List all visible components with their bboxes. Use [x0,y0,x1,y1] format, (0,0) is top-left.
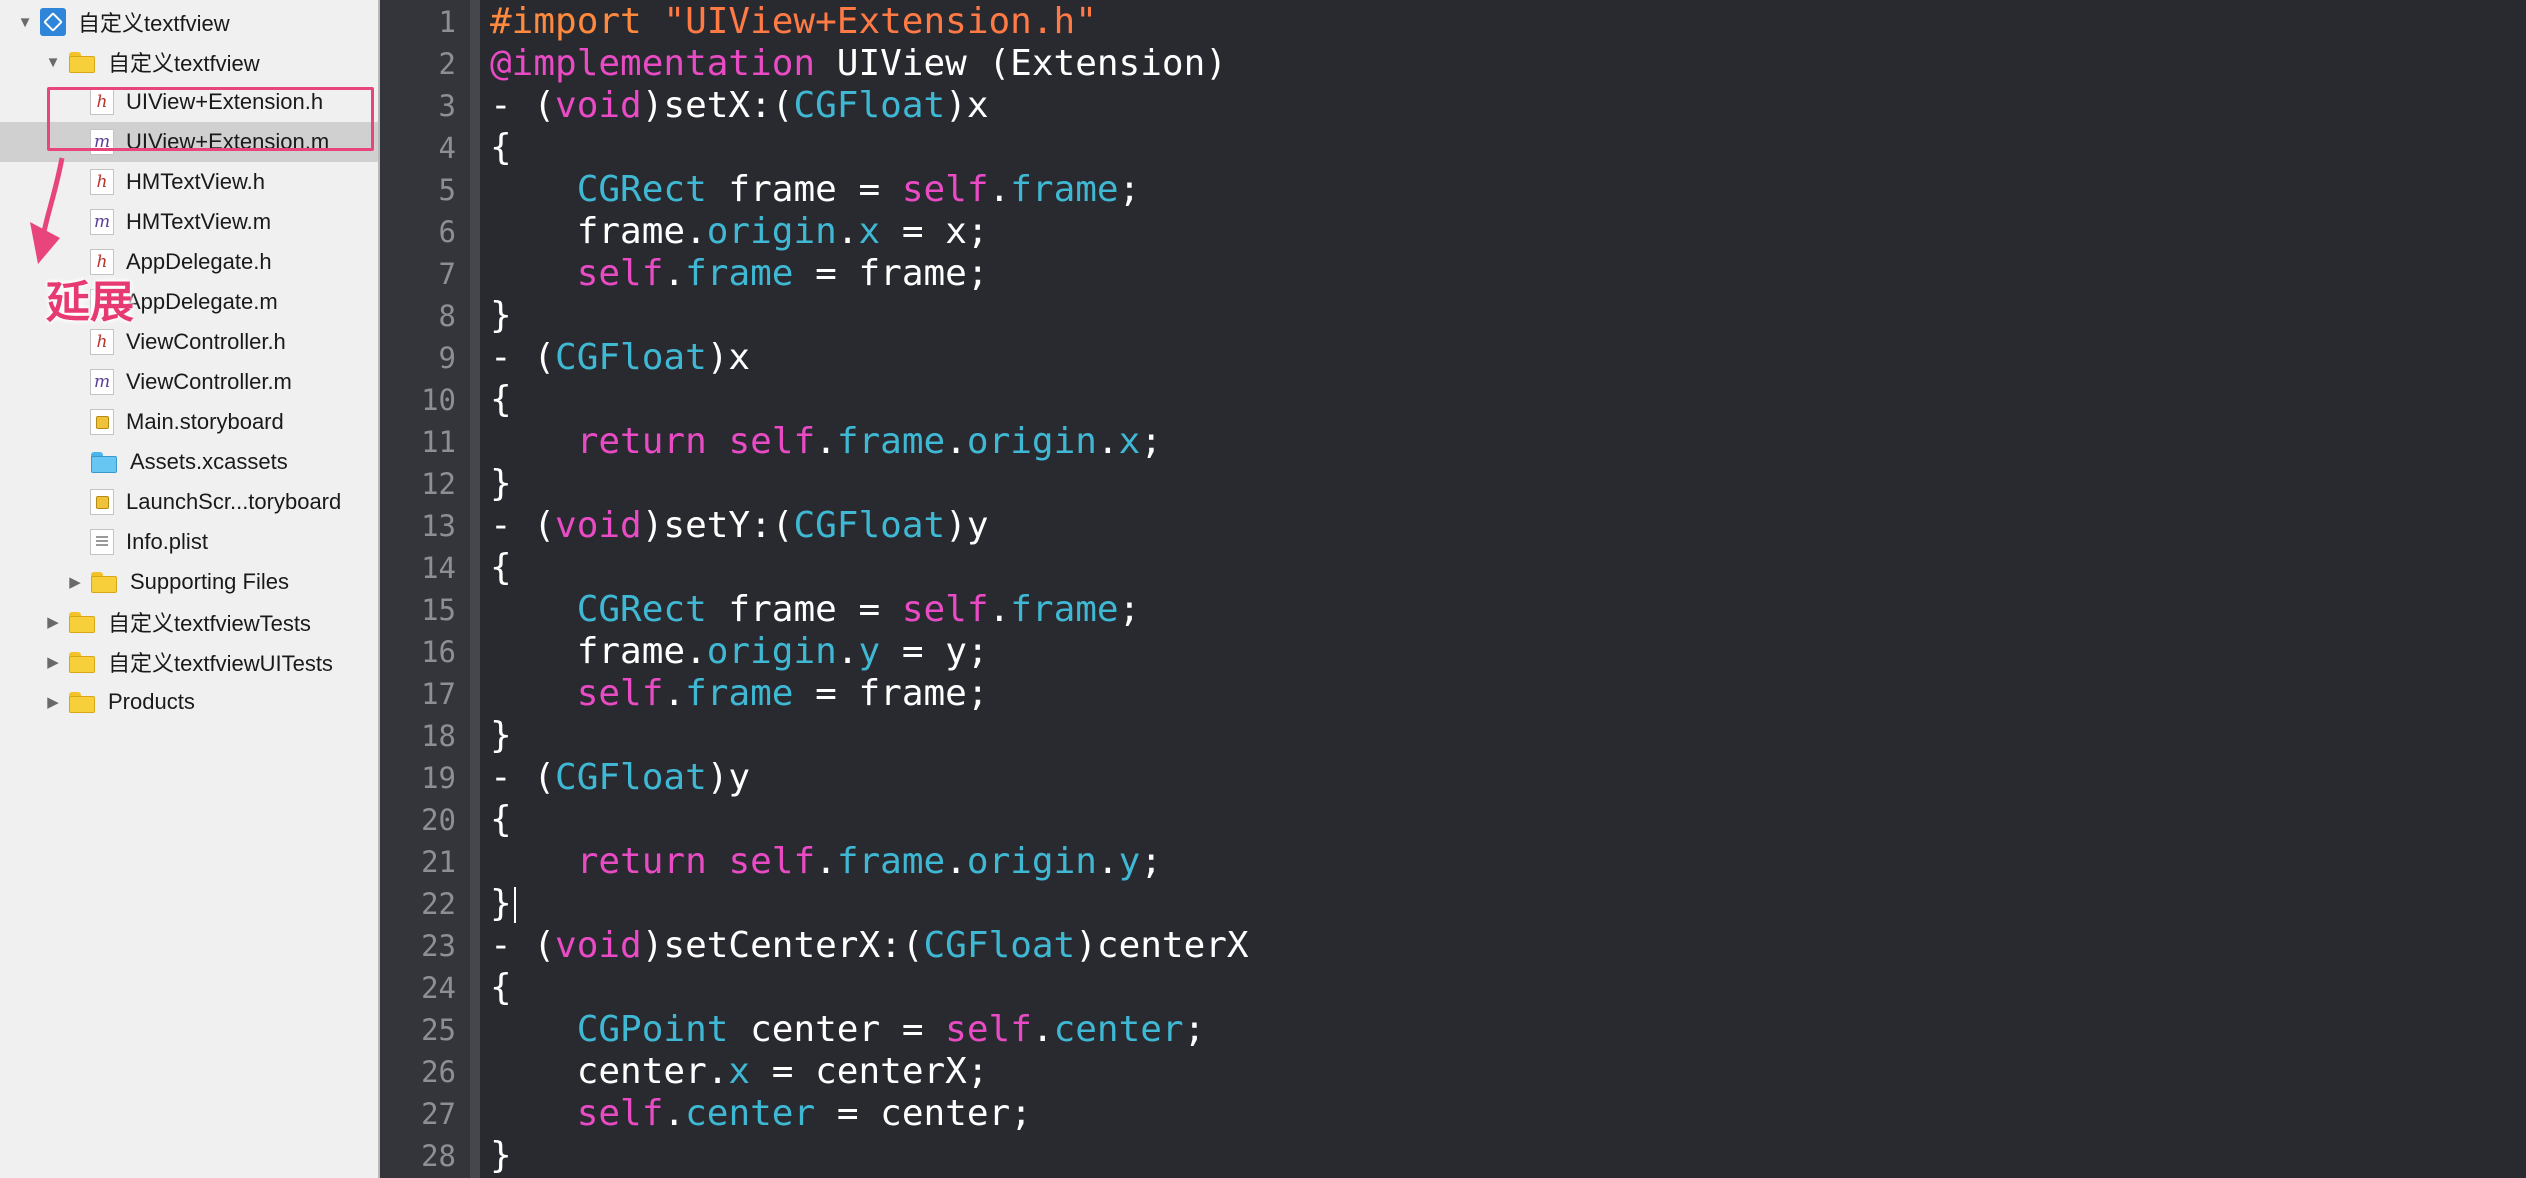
line-number: 21 [421,845,456,879]
navigator-item[interactable]: ▶LaunchScr...toryboard [0,482,378,522]
line-number: 13 [421,509,456,543]
line-number: 14 [421,551,456,585]
code-line[interactable]: - (void)setCenterX:(CGFloat)centerX [490,925,1249,967]
line-number: 24 [421,971,456,1005]
disclosure-collapsed-icon[interactable]: ▶ [44,653,62,671]
navigator-item-label: AppDelegate.h [126,249,272,274]
line-number: 25 [421,1013,456,1047]
code-line[interactable]: } [490,295,512,337]
code-line[interactable]: } [490,1135,512,1177]
line-number: 26 [421,1055,456,1089]
navigator-item-label: Supporting Files [130,569,289,594]
line-number: 28 [421,1139,456,1173]
folder-icon [90,571,118,593]
disclosure-collapsed-icon[interactable]: ▶ [44,693,62,711]
navigator-item-label: HMTextView.h [126,169,265,194]
line-number: 12 [421,467,456,501]
asset-catalog-icon [90,451,118,473]
line-number: 5 [438,173,456,207]
code-line[interactable]: - (CGFloat)x [490,337,750,379]
code-line[interactable]: } [490,715,512,757]
code-line[interactable]: CGPoint center = self.center; [490,1009,1206,1051]
line-number: 7 [438,257,456,291]
code-line[interactable]: return self.frame.origin.x; [490,421,1162,463]
navigator-item-label: HMTextView.m [126,209,272,234]
navigator-item-label: LaunchScr...toryboard [126,489,342,514]
line-number: 20 [421,803,456,837]
navigator-item[interactable]: ▶ Supporting Files [0,562,378,602]
storyboard-file-icon [90,409,114,435]
code-line[interactable]: return self.frame.origin.y; [490,841,1162,883]
line-number: 3 [438,89,456,123]
code-line[interactable]: { [490,127,512,169]
line-number: 19 [421,761,456,795]
code-line[interactable]: CGRect frame = self.frame; [490,589,1141,631]
navigator-item-label: 自定义textfviewUITests [108,651,333,676]
navigator-item[interactable]: ▶ 自定义textfviewTests [0,602,378,642]
navigator-item-label: ViewController.h [126,329,286,354]
line-number: 1 [438,5,456,39]
code-line[interactable]: self.frame = frame; [490,253,989,295]
navigator-item-label: Info.plist [126,529,208,554]
code-line[interactable]: self.frame = frame; [490,673,989,715]
navigator-item-label: ViewController.m [126,369,292,394]
code-line[interactable]: - (CGFloat)y [490,757,750,799]
annotation-label: 延展 [46,277,134,328]
code-line[interactable]: @implementation UIView (Extension) [490,43,1227,85]
line-number: 10 [421,383,456,417]
code-line[interactable]: frame.origin.y = y; [490,631,989,673]
code-line[interactable]: self.center = center; [490,1093,1032,1135]
line-number: 18 [421,719,456,753]
disclosure-collapsed-icon[interactable]: ▶ [66,573,84,591]
line-number: 4 [438,131,456,165]
code-line[interactable]: - (void)setX:(CGFloat)x [490,85,989,127]
code-line[interactable]: frame.origin.x = x; [490,211,989,253]
annotation-arrow-icon [30,157,65,264]
navigator-item[interactable]: ▶ 自定义textfviewUITests [0,642,378,682]
code-line[interactable]: #import "UIView+Extension.h" [490,1,1097,43]
navigator-item[interactable]: ▶Main.storyboard [0,402,378,442]
code-line[interactable]: } [490,463,512,505]
code-line[interactable]: { [490,799,512,841]
navigator-item-label: AppDelegate.m [126,289,278,314]
line-number: 9 [438,341,456,375]
code-line[interactable]: { [490,379,512,421]
navigator-item[interactable]: ▶mViewController.m [0,362,378,402]
navigator-item-label: Assets.xcassets [130,449,288,474]
navigator-item[interactable]: ▶ Products [0,682,378,722]
line-number: 17 [421,677,456,711]
navigator-item-label: 自定义textfviewTests [108,611,311,636]
navigator-item[interactable]: ▶Info.plist [0,522,378,562]
code-line[interactable]: center.x = centerX; [490,1051,989,1093]
storyboard-file-icon [90,489,114,515]
line-number: 27 [421,1097,456,1131]
folder-icon [68,651,96,673]
navigator-item-label: Products [108,689,195,714]
folder-icon [68,691,96,713]
gutter-ribbon [470,0,480,1178]
folder-icon [68,611,96,633]
line-number: 23 [421,929,456,963]
code-line[interactable]: { [490,967,512,1009]
code-line[interactable]: } [490,883,516,925]
line-number: 6 [438,215,456,249]
navigator-item-label: 自定义textfview [108,51,260,76]
line-number: 8 [438,299,456,333]
code-line[interactable]: { [490,547,512,589]
line-number: 16 [421,635,456,669]
code-line[interactable]: - (void)setY:(CGFloat)y [490,505,989,547]
line-number: 2 [438,47,456,81]
navigator-item-label: Main.storyboard [126,409,284,434]
line-number: 11 [421,425,456,459]
disclosure-collapsed-icon[interactable]: ▶ [44,613,62,631]
plist-file-icon [90,529,114,555]
line-number: 15 [421,593,456,627]
implementation-file-icon: m [90,369,114,395]
code-line[interactable]: CGRect frame = self.frame; [490,169,1141,211]
text-caret [513,887,516,923]
navigator-item[interactable]: ▶Assets.xcassets [0,442,378,482]
line-number: 22 [421,887,456,921]
header-file-icon: h [90,329,114,355]
